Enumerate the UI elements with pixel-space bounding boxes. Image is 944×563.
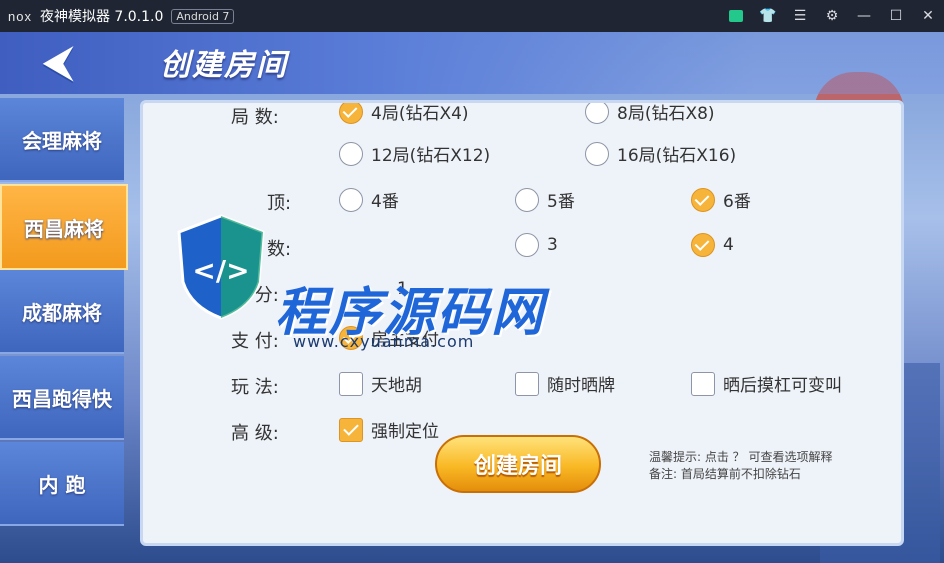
rounds-label: 局 数:	[231, 107, 279, 128]
tips-text: 温馨提示: 点击 ？ 可查看选项解释 备注: 首局结算前不扣除钻石	[649, 449, 833, 483]
cap-option-5[interactable]: 5番	[515, 187, 575, 212]
cap-option-4[interactable]: 4番	[339, 187, 399, 212]
settings-icon[interactable]: ⚙	[816, 0, 848, 32]
sidebar-item-huili-mahjong[interactable]: 会理麻将	[0, 98, 124, 182]
android-version-badge: Android 7	[171, 8, 235, 24]
rounds-option-12[interactable]: 12局(钻石X12)	[339, 141, 490, 166]
close-icon[interactable]: ✕	[912, 0, 944, 32]
rule-kong-after-show[interactable]: 晒后摸杠可变叫	[691, 371, 842, 396]
maximize-icon[interactable]: ☐	[880, 0, 912, 32]
create-room-button[interactable]: 创建房间	[435, 435, 601, 493]
menu-icon[interactable]: ☰	[784, 0, 816, 32]
rounds-option-16[interactable]: 16局(钻石X16)	[585, 141, 736, 166]
people-option-4[interactable]: 4	[691, 233, 734, 257]
radio-unchecked[interactable]	[339, 141, 363, 166]
back-arrow-icon[interactable]: ⮜	[26, 39, 90, 85]
sidebar-item-xichang-paodekuai[interactable]: 西昌跑得快	[0, 356, 124, 440]
game-screen: ⮜ 创建房间 会理麻将 西昌麻将 成都麻将 西昌跑得快 内 跑 局 数: 4局(…	[0, 32, 944, 563]
watermark-url: www.cxyuanma.com	[293, 332, 475, 351]
radio-checked[interactable]	[691, 187, 715, 212]
header-bar	[0, 32, 944, 94]
site-watermark: </> 程序源码网 www.cxyuanma.com	[165, 212, 605, 392]
checkbox-unchecked[interactable]	[691, 371, 715, 396]
emulator-titlebar: nox 夜神模拟器 7.0.1.0 Android 7 👕 ☰ ⚙ — ☐ ✕	[0, 0, 944, 32]
cap-option-6[interactable]: 6番	[691, 187, 751, 212]
advanced-force-location[interactable]: 强制定位	[339, 417, 439, 442]
nox-logo: nox	[8, 8, 32, 24]
checkbox-checked[interactable]	[339, 417, 363, 442]
window-title: 夜神模拟器 7.0.1.0	[39, 9, 164, 25]
rounds-option-4[interactable]: 4局(钻石X4)	[339, 103, 469, 124]
tip-line-1: 温馨提示: 点击 ？ 可查看选项解释	[649, 450, 833, 464]
radio-checked[interactable]	[339, 103, 363, 124]
tip-line-2: 备注: 首局结算前不扣除钻石	[649, 467, 801, 481]
skin-icon[interactable]: 👕	[752, 0, 784, 32]
shield-logo-icon: </>	[177, 214, 265, 320]
sidebar-item-chengdu-mahjong[interactable]: 成都麻将	[0, 270, 124, 354]
svg-text:</>: </>	[192, 254, 249, 287]
radio-unchecked[interactable]	[585, 141, 609, 166]
page-title: 创建房间	[160, 48, 288, 83]
advanced-label: 高 级:	[231, 423, 279, 444]
radio-unchecked[interactable]	[339, 187, 363, 212]
radio-checked[interactable]	[691, 233, 715, 257]
radio-unchecked[interactable]	[515, 187, 539, 212]
minimize-icon[interactable]: —	[848, 0, 880, 32]
sidebar-item-xichang-mahjong[interactable]: 西昌麻将	[0, 184, 128, 270]
sidebar-item-neipao[interactable]: 内 跑	[0, 442, 124, 526]
game-type-sidebar: 会理麻将 西昌麻将 成都麻将 西昌跑得快 内 跑	[0, 98, 128, 548]
store-icon[interactable]	[720, 0, 752, 32]
rounds-option-8[interactable]: 8局(钻石X8)	[585, 103, 715, 124]
window-controls: 👕 ☰ ⚙ — ☐ ✕	[720, 0, 944, 32]
radio-unchecked[interactable]	[585, 103, 609, 124]
